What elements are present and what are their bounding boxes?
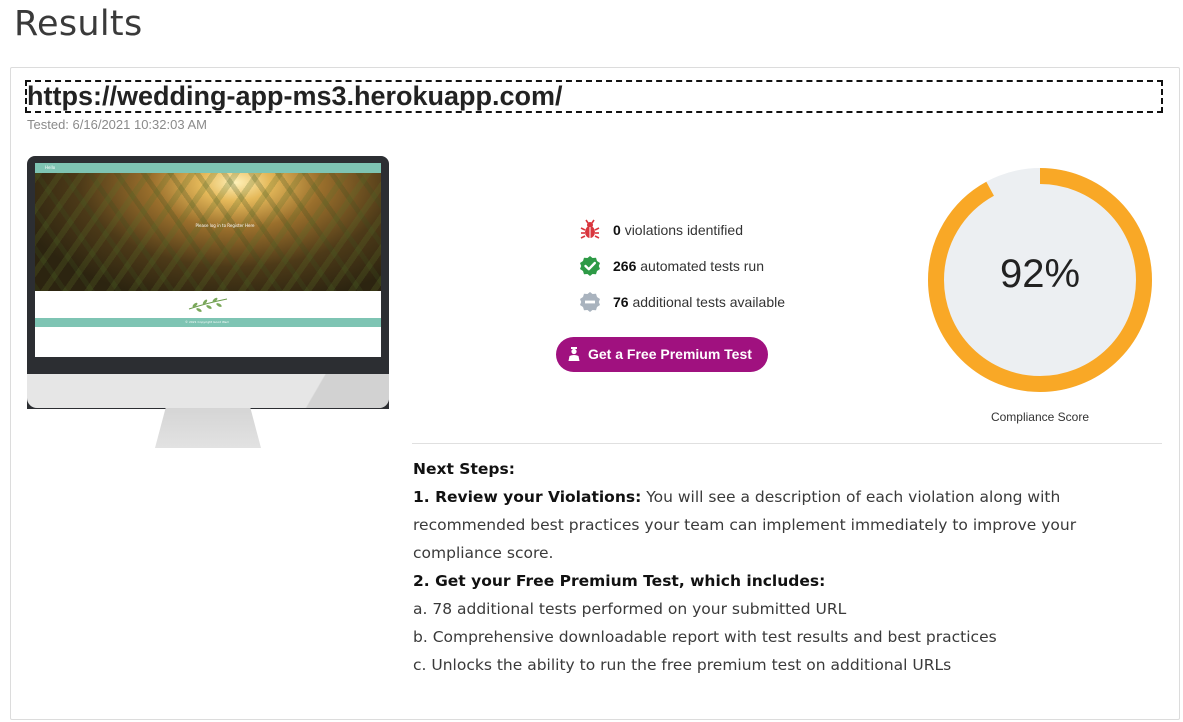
next-steps-heading: Next Steps: xyxy=(413,460,515,478)
additional-label: additional tests available xyxy=(632,294,786,310)
next-steps: Next Steps: 1. Review your Violations: Y… xyxy=(413,455,1153,679)
step1-line3: compliance score. xyxy=(413,544,554,562)
site-screenshot: Hello Please log in to Register Here © 2… xyxy=(35,163,381,357)
additional-count: 76 xyxy=(613,294,629,310)
tested-url-link[interactable]: https://wedding-app-ms3.herokuapp.com/ xyxy=(25,80,1163,113)
monitor-chin-shade xyxy=(269,374,389,408)
bug-icon xyxy=(580,219,600,239)
compliance-score-value: 92% xyxy=(999,252,1081,296)
page-title: Results xyxy=(14,4,143,44)
preview-nav-text: Hello xyxy=(45,165,56,170)
step2-title: 2. Get your Free Premium Test, which inc… xyxy=(413,572,826,590)
site-preview-monitor: Hello Please log in to Register Here © 2… xyxy=(27,156,389,448)
compliance-score-label: Compliance Score xyxy=(990,410,1090,424)
violations-count: 0 xyxy=(613,222,621,238)
monitor-stand xyxy=(155,408,261,448)
automated-label: automated tests run xyxy=(640,258,764,274)
step1-line1: You will see a description of each viola… xyxy=(641,488,1061,506)
preview-footer: © 2021 Copyright Good Wed xyxy=(35,318,381,327)
preview-hero-image: Please log in to Register Here xyxy=(35,173,381,291)
results-card: https://wedding-app-ms3.herokuapp.com/ T… xyxy=(10,67,1180,720)
step2-item-c: c. Unlocks the ability to run the free p… xyxy=(413,656,952,674)
step1-line2: recommended best practices your team can… xyxy=(413,516,1077,534)
user-icon xyxy=(568,347,580,361)
section-divider xyxy=(412,443,1162,444)
preview-hero-text: Please log in to Register Here xyxy=(195,223,255,228)
preview-olive-branch-logo xyxy=(188,297,228,312)
minus-circle-icon xyxy=(580,292,600,312)
step1-title: 1. Review your Violations: xyxy=(413,488,642,506)
check-circle-icon xyxy=(580,256,600,276)
violations-label: violations identified xyxy=(624,222,743,238)
preview-footer-text: © 2021 Copyright Good Wed xyxy=(185,320,229,324)
step2-item-b: b. Comprehensive downloadable report wit… xyxy=(413,628,997,646)
automated-count: 266 xyxy=(613,258,637,274)
preview-navbar: Hello xyxy=(35,163,381,173)
premium-button-label: Get a Free Premium Test xyxy=(588,346,752,362)
compliance-score-gauge: 92% xyxy=(924,164,1156,396)
tested-timestamp: Tested: 6/16/2021 10:32:03 AM xyxy=(27,117,207,132)
get-free-premium-test-button[interactable]: Get a Free Premium Test xyxy=(556,337,768,372)
step2-item-a: a. 78 additional tests performed on your… xyxy=(413,600,847,618)
